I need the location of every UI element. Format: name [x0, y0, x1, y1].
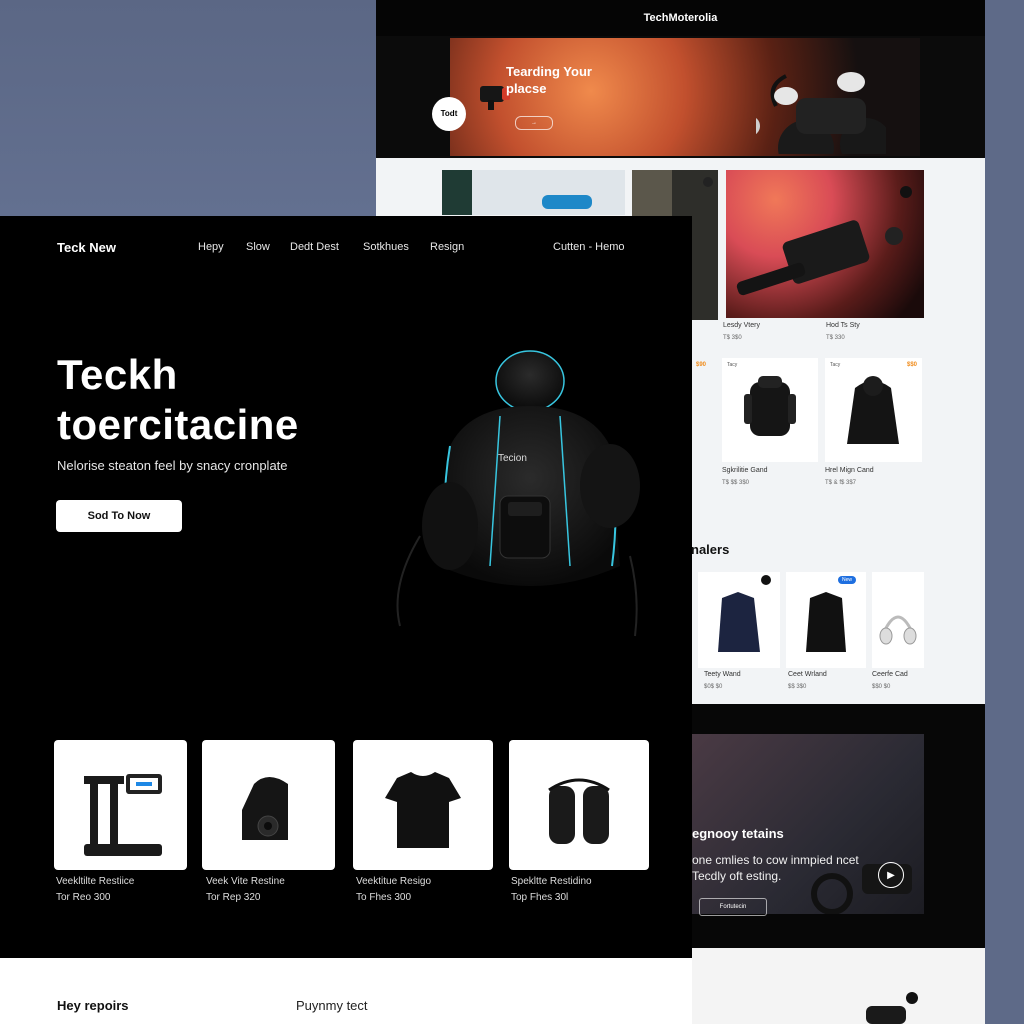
- motorcycle-image: [756, 72, 886, 154]
- product-hero-thumbnail[interactable]: [726, 170, 924, 318]
- product-price: $$ 3$0: [788, 684, 807, 690]
- price-tag: $$0: [906, 362, 917, 368]
- promo-title: egnooy tetains: [692, 826, 784, 841]
- new-badge: New: [838, 576, 857, 584]
- hoodie-image: [847, 376, 899, 444]
- product-price: Tor Rep 320: [206, 892, 261, 903]
- product-label: Teety Wand: [704, 671, 741, 678]
- top-nav: Teck New Hepy Slow Dedt Dest Sotkhues Re…: [0, 216, 692, 278]
- product-name: Veekltilte Restiice: [56, 876, 135, 887]
- tshirt-image: [385, 772, 461, 848]
- hero-badge: Todt: [432, 97, 466, 131]
- footer-section: Hey repoirs Puynmy tect: [0, 958, 692, 1024]
- product-label: Hod Ts Sty: [826, 322, 860, 329]
- secondary-hero: Todt Tearding Your placse →: [376, 36, 985, 158]
- hero-title-line: Teckh: [57, 351, 178, 398]
- product-silhouette: [866, 992, 918, 1024]
- helmet-camera-image: [242, 777, 288, 840]
- product-name: Veek Vite Restine: [206, 876, 285, 887]
- hero-title-line: toercitacine: [57, 401, 299, 448]
- product-price: Tor Reo 300: [56, 892, 111, 903]
- secondary-hero-button[interactable]: →: [515, 116, 553, 130]
- product-card[interactable]: [54, 740, 187, 870]
- product-price: To Fhes 300: [356, 892, 412, 903]
- product-label: Ceet Wrland: [788, 671, 827, 678]
- nav-account-link[interactable]: Cutten - Hemo: [553, 241, 625, 253]
- headphones-image: [879, 615, 917, 645]
- product-card[interactable]: New: [786, 572, 866, 668]
- product-card[interactable]: [872, 572, 924, 668]
- promo-text: one cmlies to cow inmpied ncet Tecdly of…: [692, 853, 859, 883]
- product-thumbnail[interactable]: [442, 170, 625, 215]
- product-card[interactable]: [509, 740, 649, 870]
- secondary-hero-title: Tearding Your placse: [506, 64, 592, 96]
- product-price: Top Fhes 30l: [511, 892, 569, 903]
- product-label: Sgkrilitie Gand: [722, 467, 768, 474]
- coat-image: [806, 592, 846, 652]
- nav-link-slow[interactable]: Slow: [246, 241, 270, 253]
- product-price: T$ $$ 3$0: [722, 480, 750, 486]
- knee-pads-image: [548, 778, 610, 844]
- main-page-screenshot: Teck New Hepy Slow Dedt Dest Sotkhues Re…: [0, 216, 692, 1024]
- product-label: Lesdy Vtery: [723, 322, 760, 329]
- footer-text: Puynmy tect: [296, 998, 368, 1013]
- product-card[interactable]: Tacy: [722, 358, 818, 462]
- product-card[interactable]: Tacy $$0: [825, 358, 922, 462]
- shop-now-button[interactable]: Sod To Now: [56, 500, 182, 532]
- section-title: nalers: [691, 542, 730, 557]
- stand-image: [84, 774, 162, 856]
- product-name: Veektitue Resigo: [356, 876, 432, 887]
- nav-link-dedt-dest[interactable]: Dedt Dest: [290, 241, 339, 253]
- nav-link-sotkhues[interactable]: Sotkhues: [363, 241, 409, 253]
- product-price: $$0 $0: [872, 684, 891, 690]
- background-panel: [0, 0, 378, 216]
- footer-heading: Hey repoirs: [57, 998, 129, 1013]
- product-price: T$ & f$ 3$7: [825, 480, 857, 486]
- backpack-image: [744, 376, 796, 436]
- product-price: T$ 3$0: [723, 335, 742, 341]
- hero-product-label: Tecion: [498, 453, 527, 464]
- product-label: Hrel Mign Cand: [825, 467, 874, 474]
- product-grid: Veekltilte Restiice Tor Reo 300 Veek Vit…: [54, 740, 654, 920]
- promo-card: egnooy tetains one cmlies to cow inmpied…: [692, 734, 924, 916]
- product-name: Spekltte Restidino: [511, 876, 592, 887]
- secondary-brand[interactable]: TechMoterolia: [644, 12, 718, 24]
- hero-title: Teckh toercitacine: [57, 350, 299, 450]
- brand-logo[interactable]: Teck New: [57, 240, 116, 255]
- hero-product-image: Tecion: [396, 350, 640, 637]
- promo-button[interactable]: Fortutecin: [699, 898, 767, 916]
- product-card[interactable]: [698, 572, 780, 668]
- background-edge: [985, 0, 1024, 1024]
- jacket-image: [718, 575, 771, 652]
- product-price: T$ 330: [826, 335, 845, 341]
- price-tag: $90: [696, 362, 707, 368]
- product-tag: Tacy: [830, 362, 841, 368]
- product-tag: Tacy: [727, 362, 738, 368]
- product-price: $0$ $0: [704, 684, 723, 690]
- secondary-header: TechMoterolia: [376, 0, 985, 36]
- product-card[interactable]: [353, 740, 493, 870]
- product-card[interactable]: [202, 740, 335, 870]
- hero-subtitle: Nelorise steaton feel by snacy cronplate: [57, 458, 288, 473]
- promo-section: egnooy tetains one cmlies to cow inmpied…: [692, 704, 985, 948]
- product-label: Ceerfe Cad: [872, 671, 908, 678]
- nav-link-resign[interactable]: Resign: [430, 241, 464, 253]
- play-icon[interactable]: ▶: [878, 862, 904, 888]
- nav-link-hepy[interactable]: Hepy: [198, 241, 224, 253]
